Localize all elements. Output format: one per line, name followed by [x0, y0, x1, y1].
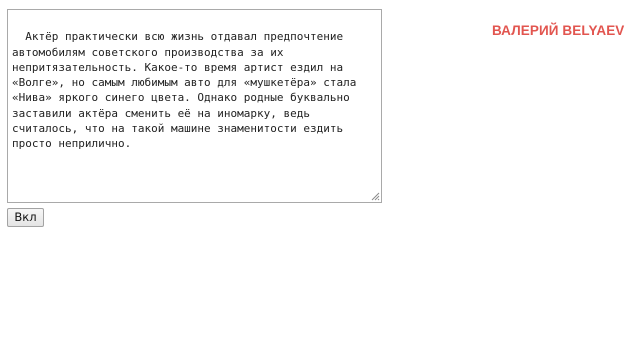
text-area-content: Актёр практически всю жизнь отдавал пред… — [12, 30, 357, 151]
submit-button[interactable]: Вкл — [7, 208, 44, 227]
resize-handle-icon[interactable] — [371, 192, 380, 201]
brand-watermark: ВАЛЕРИЙ BELYAEV — [492, 23, 625, 38]
text-area[interactable]: Актёр практически всю жизнь отдавал пред… — [7, 9, 382, 203]
